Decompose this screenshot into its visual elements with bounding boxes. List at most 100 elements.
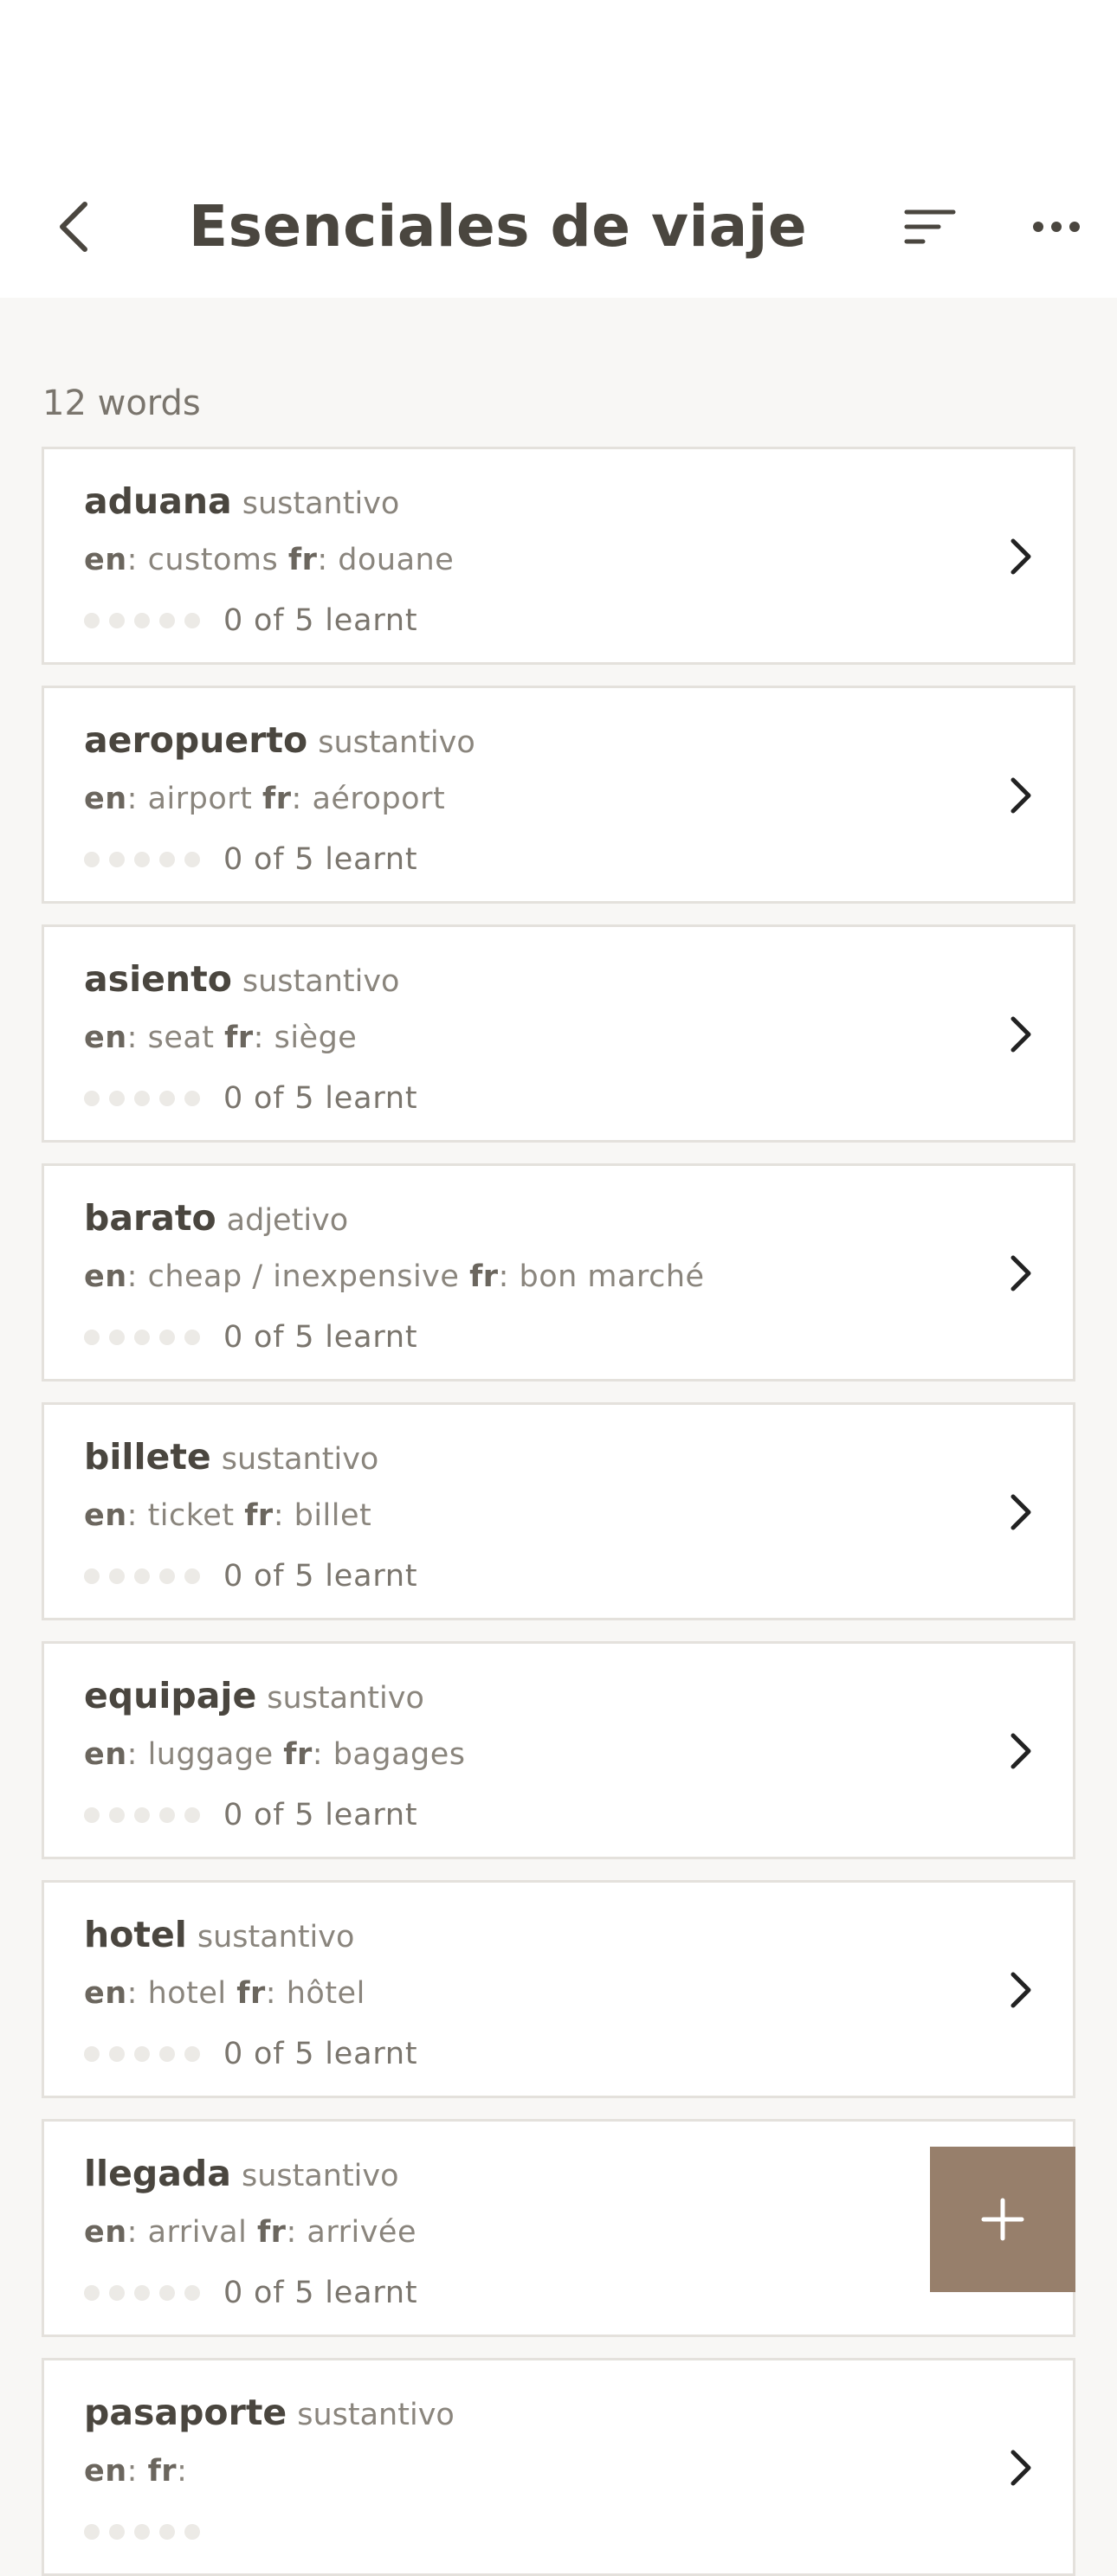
chevron-right-icon bbox=[1004, 1727, 1038, 1775]
progress-line: 0 of 5 learnt bbox=[84, 1074, 417, 1123]
progress-dot bbox=[159, 852, 175, 867]
progress-dot bbox=[134, 1330, 150, 1345]
progress-dot bbox=[109, 1807, 125, 1823]
progress-dots bbox=[84, 852, 210, 867]
translation-line: en: arrival fr: arrivée bbox=[84, 2215, 416, 2250]
word-text: pasaporte bbox=[84, 2392, 287, 2433]
word-line: llegada sustantivo bbox=[84, 2148, 399, 2199]
progress-dot bbox=[184, 613, 200, 628]
back-button[interactable] bbox=[45, 192, 100, 261]
word-count: 12 words bbox=[42, 383, 201, 423]
lang1-code: en bbox=[84, 1021, 127, 1055]
word-text: equipaje bbox=[84, 1675, 257, 1716]
progress-dot bbox=[109, 1568, 125, 1584]
lang2-code: fr bbox=[244, 1498, 274, 1533]
lang1-code: en bbox=[84, 1737, 127, 1772]
lang2-code: fr bbox=[287, 543, 318, 577]
progress-dot bbox=[84, 613, 100, 628]
lang2-translation: bagages bbox=[333, 1737, 466, 1772]
more-horizontal-icon bbox=[1033, 222, 1080, 232]
progress-text: 0 of 5 learnt bbox=[223, 1798, 418, 1832]
progress-dot bbox=[109, 1091, 125, 1106]
translation-line: en: luggage fr: bagages bbox=[84, 1737, 466, 1772]
word-card-asiento[interactable]: asiento sustantivo en: seat fr: siège 0 o… bbox=[42, 924, 1075, 1143]
lang2-translation: siège bbox=[274, 1021, 358, 1055]
lang2-code: fr bbox=[224, 1021, 254, 1055]
progress-dot bbox=[134, 2046, 150, 2062]
progress-text: 0 of 5 learnt bbox=[223, 1081, 418, 1116]
progress-dot bbox=[184, 1330, 200, 1345]
translation-line: en: ticket fr: billet bbox=[84, 1498, 372, 1533]
word-card-aduana[interactable]: aduana sustantivo en: customs fr: douane … bbox=[42, 447, 1075, 665]
progress-dots bbox=[84, 1807, 210, 1823]
progress-dots bbox=[84, 1330, 210, 1345]
word-line: pasaporte sustantivo bbox=[84, 2386, 455, 2438]
lang1-code: en bbox=[84, 1976, 127, 2011]
progress-dot bbox=[84, 1807, 100, 1823]
translation-line: en: seat fr: siège bbox=[84, 1021, 358, 1055]
progress-dots bbox=[84, 613, 210, 628]
word-line: equipaje sustantivo bbox=[84, 1670, 424, 1722]
progress-dot bbox=[159, 1330, 175, 1345]
progress-dot bbox=[109, 2524, 125, 2540]
part-of-speech: sustantivo bbox=[297, 2398, 455, 2432]
sort-lines-icon bbox=[904, 209, 956, 244]
progress-dot bbox=[109, 613, 125, 628]
progress-dot bbox=[134, 1091, 150, 1106]
progress-dot bbox=[184, 2046, 200, 2062]
lang1-code: en bbox=[84, 2215, 127, 2250]
part-of-speech: sustantivo bbox=[242, 486, 400, 521]
progress-text: 0 of 5 learnt bbox=[223, 842, 418, 877]
word-card-billete[interactable]: billete sustantivo en: ticket fr: billet … bbox=[42, 1402, 1075, 1620]
word-text: llegada bbox=[84, 2153, 231, 2194]
word-card-pasaporte[interactable]: pasaporte sustantivo en: fr: bbox=[42, 2358, 1075, 2576]
progress-dots bbox=[84, 2524, 210, 2540]
lang2-translation: douane bbox=[338, 543, 455, 577]
lang2-code: fr bbox=[283, 1737, 313, 1772]
progress-dot bbox=[134, 1807, 150, 1823]
word-text: aeropuerto bbox=[84, 719, 308, 761]
chevron-right-icon bbox=[1004, 1010, 1038, 1059]
word-card-equipaje[interactable]: equipaje sustantivo en: luggage fr: bagag… bbox=[42, 1641, 1075, 1859]
progress-dots bbox=[84, 2285, 210, 2301]
add-word-button[interactable] bbox=[930, 2147, 1075, 2292]
part-of-speech: sustantivo bbox=[267, 1681, 424, 1716]
sort-button[interactable] bbox=[897, 192, 963, 261]
progress-dot bbox=[159, 2285, 175, 2301]
more-button[interactable] bbox=[1022, 192, 1091, 261]
lang2-code: fr bbox=[469, 1259, 499, 1294]
progress-text: 0 of 5 learnt bbox=[223, 2037, 418, 2071]
progress-text: 0 of 5 learnt bbox=[223, 1559, 418, 1594]
word-card-llegada[interactable]: llegada sustantivo en: arrival fr: arrivé… bbox=[42, 2119, 1075, 2337]
word-text: billete bbox=[84, 1436, 211, 1478]
part-of-speech: sustantivo bbox=[197, 1920, 355, 1955]
progress-dot bbox=[84, 2046, 100, 2062]
word-card-barato[interactable]: barato adjetivo en: cheap / inexpensive f… bbox=[42, 1163, 1075, 1381]
progress-text: 0 of 5 learnt bbox=[223, 1320, 418, 1355]
lang1-code: en bbox=[84, 1259, 127, 1294]
progress-dot bbox=[84, 1330, 100, 1345]
lang1-code: en bbox=[84, 782, 127, 816]
chevron-right-icon bbox=[1004, 771, 1038, 820]
word-line: barato adjetivo bbox=[84, 1192, 348, 1244]
lang1-translation: cheap / inexpensive bbox=[147, 1259, 460, 1294]
word-line: aeropuerto sustantivo bbox=[84, 714, 475, 766]
part-of-speech: sustantivo bbox=[221, 1442, 379, 1477]
lang2-code: fr bbox=[236, 1976, 266, 2011]
chevron-right-icon bbox=[1004, 2444, 1038, 2492]
progress-dot bbox=[184, 2285, 200, 2301]
lang1-translation: hotel bbox=[147, 1976, 227, 2011]
word-text: barato bbox=[84, 1197, 216, 1239]
progress-text: 0 of 5 learnt bbox=[223, 2276, 418, 2310]
progress-line: 0 of 5 learnt bbox=[84, 1552, 417, 1600]
progress-line: 0 of 5 learnt bbox=[84, 1313, 417, 1362]
progress-dot bbox=[134, 2285, 150, 2301]
part-of-speech: sustantivo bbox=[241, 2159, 399, 2193]
progress-dot bbox=[184, 2524, 200, 2540]
word-card-hotel[interactable]: hotel sustantivo en: hotel fr: hôtel 0 of… bbox=[42, 1880, 1075, 2098]
progress-line: 0 of 5 learnt bbox=[84, 596, 417, 645]
progress-dots bbox=[84, 1091, 210, 1106]
word-card-aeropuerto[interactable]: aeropuerto sustantivo en: airport fr: aér… bbox=[42, 686, 1075, 904]
progress-dot bbox=[84, 1568, 100, 1584]
progress-dot bbox=[109, 1330, 125, 1345]
